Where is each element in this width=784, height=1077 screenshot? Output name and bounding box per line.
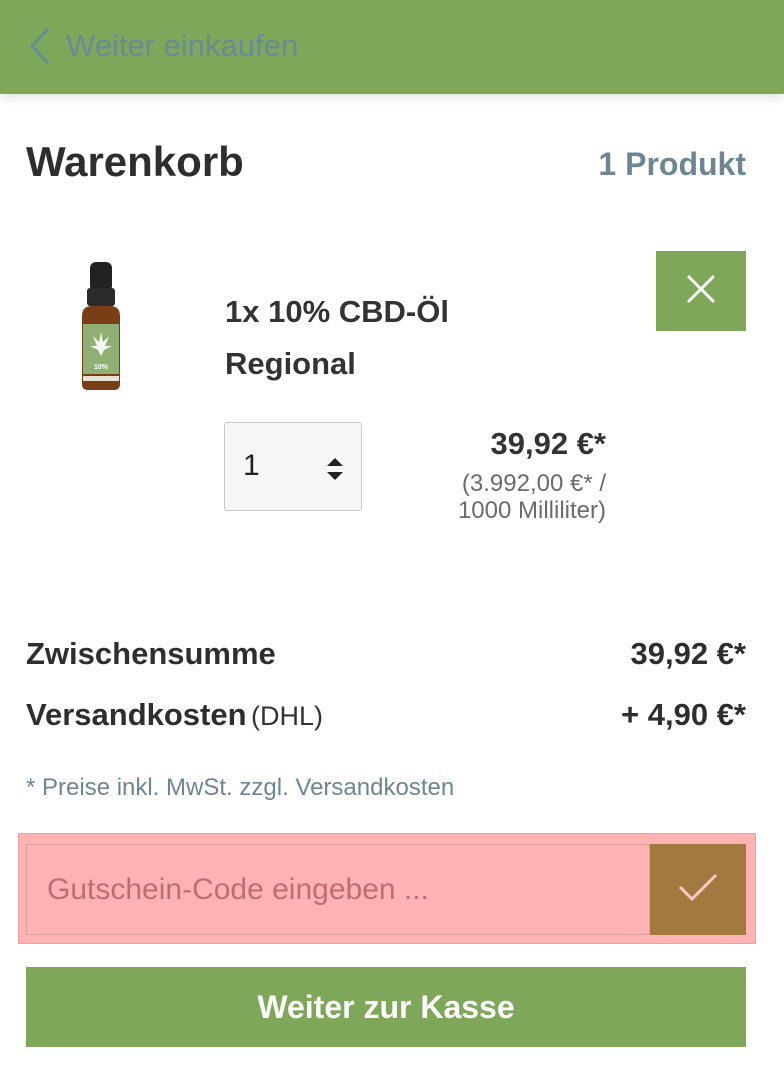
product-name-link[interactable]: 1x 10% CBD-Öl Regional [225, 286, 605, 390]
reference-price-line-1: (3.992,00 €* / [461, 470, 606, 497]
checkmark-icon [677, 872, 719, 907]
tax-note: * Preise inkl. MwSt. zzgl. Versandkosten [26, 774, 455, 801]
subtotal-value: 39,92 €* [630, 636, 747, 671]
top-navigation-bar: Weiter einkaufen [0, 0, 784, 94]
subtotal-row: Zwischensumme 39,92 €* [26, 636, 746, 672]
subtotal-label: Zwischensumme [26, 636, 276, 671]
shipping-label-group: Versandkosten (DHL) [26, 697, 323, 733]
voucher-submit-button[interactable] [650, 844, 746, 935]
quantity-select[interactable]: 1 [224, 422, 362, 511]
bottle-label-text: 10% [94, 364, 109, 371]
close-icon [685, 273, 717, 310]
chevron-left-icon [28, 26, 52, 66]
product-image[interactable]: 10% [76, 260, 126, 392]
reference-price: (3.992,00 €* / 1000 Milliliter) [458, 470, 606, 524]
shipping-label: Versandkosten [26, 697, 247, 732]
item-price: 39,92 €* [490, 426, 607, 461]
shipping-carrier: (DHL) [251, 701, 323, 731]
continue-shopping-link[interactable]: Weiter einkaufen [28, 24, 298, 68]
shipping-row: Versandkosten (DHL) + 4,90 €* [26, 697, 746, 733]
quantity-value: 1 [243, 449, 260, 482]
voucher-code-input[interactable] [26, 844, 650, 935]
remove-item-button[interactable] [656, 251, 746, 331]
reference-price-line-2: 1000 Milliliter) [457, 497, 606, 524]
checkout-label: Weiter zur Kasse [257, 988, 515, 1025]
cart-item-count: 1 Produkt [598, 146, 746, 182]
select-arrows-icon [327, 458, 343, 485]
product-name-line-2: Regional [225, 346, 356, 381]
continue-shopping-label: Weiter einkaufen [66, 28, 299, 63]
cart-title: Warenkorb [26, 138, 244, 185]
shipping-value: + 4,90 €* [621, 697, 746, 732]
product-name-line-1: 1x 10% CBD-Öl [225, 294, 449, 329]
checkout-button[interactable]: Weiter zur Kasse [26, 967, 746, 1047]
